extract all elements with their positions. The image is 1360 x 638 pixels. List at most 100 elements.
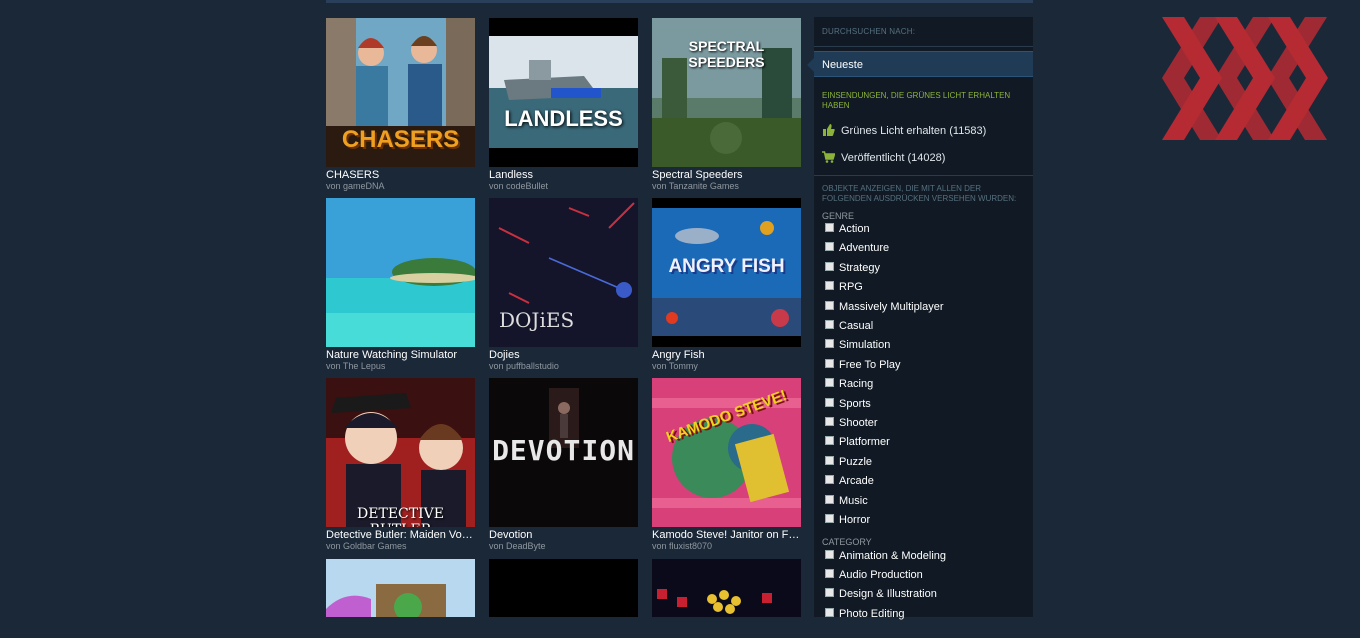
checkbox[interactable] — [825, 417, 834, 426]
checkbox-label: Platformer — [839, 436, 890, 448]
checkbox[interactable] — [825, 281, 834, 290]
thumb-title-text: LANDLESS — [504, 106, 623, 131]
game-thumbnail[interactable] — [652, 559, 801, 617]
game-thumbnail[interactable] — [326, 198, 475, 347]
checkbox[interactable] — [825, 514, 834, 523]
genre-checkbox-action[interactable]: Action — [825, 222, 870, 236]
released-filter-link[interactable]: Veröffentlicht (14028) — [822, 151, 945, 165]
category-heading: CATEGORY — [822, 537, 872, 547]
game-author[interactable]: von fluxist8070 — [652, 541, 801, 552]
game-thumbnail[interactable] — [489, 559, 638, 617]
genre-checkbox-sports[interactable]: Sports — [825, 397, 871, 411]
category-checkbox-design[interactable]: Design & Illustration — [825, 587, 937, 601]
game-card[interactable]: DEVOTION Devotion von DeadByte — [489, 378, 638, 553]
game-card[interactable]: SPECTRAL SPEEDERS Spectral Speeders von … — [652, 18, 801, 193]
checkbox[interactable] — [825, 223, 834, 232]
genre-checkbox-racing[interactable]: Racing — [825, 377, 873, 391]
checkbox[interactable] — [825, 608, 834, 617]
checkbox[interactable] — [825, 495, 834, 504]
game-card[interactable] — [489, 559, 638, 617]
genre-checkbox-shooter[interactable]: Shooter — [825, 416, 878, 430]
sort-newest-button[interactable]: Neueste — [807, 51, 1033, 77]
category-checkbox-animation[interactable]: Animation & Modeling — [825, 549, 946, 563]
genre-checkbox-rpg[interactable]: RPG — [825, 280, 863, 294]
category-checkbox-photo[interactable]: Photo Editing — [825, 607, 904, 621]
checkbox-label: Design & Illustration — [839, 588, 937, 600]
genre-checkbox-simulation[interactable]: Simulation — [825, 338, 890, 352]
genre-checkbox-mmo[interactable]: Massively Multiplayer — [825, 300, 944, 314]
game-author[interactable]: von gameDNA — [326, 181, 475, 192]
released-label: Veröffentlicht (14028) — [841, 152, 946, 164]
game-thumbnail[interactable]: KAMODO STEVE! — [652, 378, 801, 527]
checkbox-label: Casual — [839, 320, 874, 332]
game-card[interactable]: KAMODO STEVE! Kamodo Steve! Janitor on F… — [652, 378, 801, 553]
game-title[interactable]: Landless — [489, 169, 638, 181]
game-author[interactable]: von DeadByte — [489, 541, 638, 552]
game-title[interactable]: Nature Watching Simulator — [326, 349, 475, 361]
checkbox-label: Music — [839, 495, 868, 507]
top-divider — [326, 0, 1033, 3]
genre-checkbox-puzzle[interactable]: Puzzle — [825, 455, 872, 469]
game-title[interactable]: CHASERS — [326, 169, 475, 181]
checkbox[interactable] — [825, 550, 834, 559]
checkbox[interactable] — [825, 359, 834, 368]
checkbox[interactable] — [825, 475, 834, 484]
game-card[interactable]: DOJiES Dojies von puffballstudio — [489, 198, 638, 373]
game-thumbnail[interactable]: LANDLESS — [489, 18, 638, 167]
game-card[interactable]: Nature Watching Simulator von The Lepus — [326, 198, 475, 373]
genre-checkbox-free-to-play[interactable]: Free To Play — [825, 358, 901, 372]
checkbox[interactable] — [825, 242, 834, 251]
checkbox-label: Action — [839, 223, 870, 235]
game-title[interactable]: Spectral Speeders — [652, 169, 801, 181]
game-title[interactable]: Dojies — [489, 349, 638, 361]
genre-checkbox-horror[interactable]: Horror — [825, 513, 870, 527]
game-card[interactable] — [652, 559, 801, 617]
game-author[interactable]: von Tanzanite Games — [652, 181, 801, 192]
genre-checkbox-casual[interactable]: Casual — [825, 319, 873, 333]
game-author[interactable]: von puffballstudio — [489, 361, 638, 372]
game-author[interactable]: von codeBullet — [489, 181, 638, 192]
detective-butler-artwork — [326, 378, 475, 527]
genre-checkbox-strategy[interactable]: Strategy — [825, 261, 880, 275]
checkbox[interactable] — [825, 378, 834, 387]
checkbox[interactable] — [825, 301, 834, 310]
checkbox[interactable] — [825, 262, 834, 271]
game-card[interactable]: ANGRY FISH Angry Fish von Tommy — [652, 198, 801, 373]
game-card[interactable]: CHASERS CHASERS von gameDNA — [326, 18, 475, 193]
game-thumbnail[interactable]: DETECTIVE BUTLER — [326, 378, 475, 527]
game-thumbnail[interactable] — [326, 559, 475, 617]
checkbox[interactable] — [825, 320, 834, 329]
greenlit-label: Grünes Licht erhalten (11583) — [841, 125, 987, 137]
game-title[interactable]: Detective Butler: Maiden Voy… — [326, 529, 475, 541]
game-title[interactable]: Kamodo Steve! Janitor on Fire! — [652, 529, 801, 541]
checkbox[interactable] — [825, 456, 834, 465]
genre-checkbox-arcade[interactable]: Arcade — [825, 474, 874, 488]
game-card[interactable]: DETECTIVE BUTLER Detective Butler: Maide… — [326, 378, 475, 553]
game-title[interactable]: Devotion — [489, 529, 638, 541]
checkbox[interactable] — [825, 339, 834, 348]
game-card[interactable]: LANDLESS Landless von codeBullet — [489, 18, 638, 193]
game-thumbnail[interactable]: SPECTRAL SPEEDERS — [652, 18, 801, 167]
game-author[interactable]: von Goldbar Games — [326, 541, 475, 552]
checkbox[interactable] — [825, 569, 834, 578]
thumb-title-text: ANGRY FISH — [668, 256, 785, 277]
checkbox[interactable] — [825, 588, 834, 597]
game-thumbnail[interactable]: ANGRY FISH — [652, 198, 801, 347]
game-thumbnail[interactable]: CHASERS — [326, 18, 475, 167]
genre-checkbox-adventure[interactable]: Adventure — [825, 241, 889, 255]
genre-checkbox-music[interactable]: Music — [825, 494, 868, 508]
game-author[interactable]: von The Lepus — [326, 361, 475, 372]
game-title[interactable]: Angry Fish — [652, 349, 801, 361]
thumb-title-text: CHASERS — [341, 126, 460, 153]
category-checkbox-audio[interactable]: Audio Production — [825, 568, 923, 582]
genre-checkbox-platformer[interactable]: Platformer — [825, 435, 890, 449]
checkbox-label: Strategy — [839, 262, 880, 274]
game-thumbnail[interactable]: DEVOTION — [489, 378, 638, 527]
game-thumbnail[interactable]: DOJiES — [489, 198, 638, 347]
checkbox[interactable] — [825, 436, 834, 445]
checkbox-label: Photo Editing — [839, 608, 905, 620]
game-author[interactable]: von Tommy — [652, 361, 801, 372]
greenlit-filter-link[interactable]: Grünes Licht erhalten (11583) — [822, 124, 986, 138]
checkbox[interactable] — [825, 398, 834, 407]
game-card[interactable] — [326, 559, 475, 617]
